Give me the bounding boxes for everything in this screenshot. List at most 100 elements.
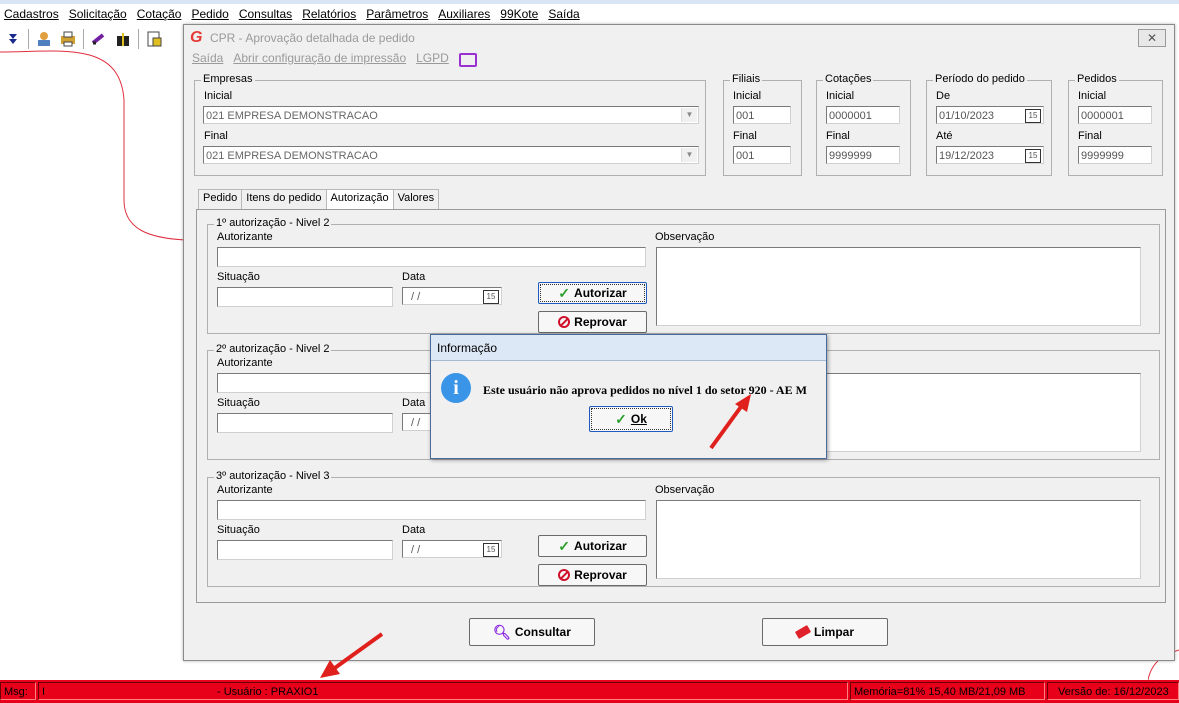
auth-1-data-value: / / [411,291,421,303]
status-usuario: - Usuário : PRAXIO1 [217,686,319,698]
auth-1-situacao-label: Situação [217,271,260,283]
periodo-de-label: De [936,90,951,102]
menu-auxiliares[interactable]: Auxiliares [434,7,496,21]
auth-1-reprovar-button[interactable]: Reprovar [538,311,647,333]
info-dialog: Informação i Este usuário não aprova ped… [430,334,827,459]
limpar-button[interactable]: Limpar [762,618,888,646]
filiais-group: Filiais Inicial 001 Final 001 [723,73,802,176]
auth-3-autorizante-input[interactable] [217,500,646,520]
tab-autorizacao[interactable]: Autorização [325,189,394,209]
auth-1-reprovar-label: Reprovar [574,315,627,329]
prohibited-icon [558,316,571,328]
tab-valores[interactable]: Valores [392,189,440,209]
annotation-arrow-icon [709,394,751,450]
chevron-down-icon[interactable]: ▼ [681,108,697,122]
filiais-final-input[interactable]: 001 [733,146,791,164]
window-menu-lgpd[interactable]: LGPD [416,51,449,67]
menu-consultas[interactable]: Consultas [235,7,298,21]
auth-3-autorizar-button[interactable]: ✓ Autorizar [538,535,647,557]
menu-solicitacao[interactable]: Solicitação [65,7,133,21]
menu-pedido[interactable]: Pedido [187,7,234,21]
filiais-inicial-input[interactable]: 001 [733,106,791,124]
pedidos-final-label: Final [1078,130,1102,142]
auth-2-data-value: / / [411,417,421,429]
calendar-icon[interactable]: 15 [1025,109,1041,123]
window-menu-saida[interactable]: Saída [192,51,223,67]
periodo-ate-input[interactable]: 19/12/2023 15 [936,146,1044,164]
menu-relatorios[interactable]: Relatórios [298,7,362,21]
auth-2-autorizante-label: Autorizante [217,357,273,369]
menu-parametros[interactable]: Parâmetros [362,7,434,21]
auth-3-reprovar-label: Reprovar [574,568,627,582]
calendar-icon[interactable]: 15 [483,290,499,304]
empresas-inicial-select[interactable]: 021 EMPRESA DEMONSTRACAO ▼ [203,106,699,124]
auth-3-data-label: Data [402,524,426,536]
auth-3-reprovar-button[interactable]: Reprovar [538,564,647,586]
window-menu-abrir-config[interactable]: Abrir configuração de impressão [233,51,406,67]
auth-2-situacao-input[interactable] [217,413,393,433]
empresas-final-label: Final [204,130,228,142]
detail-tabs: Pedido Itens do pedido Autorização Valor… [198,189,440,209]
cotacoes-final-input[interactable]: 9999999 [826,146,900,164]
dialog-ok-label: Ok [630,412,647,426]
auth-1-autorizante-input[interactable] [217,247,646,267]
auth-1-observacao-textarea[interactable] [656,247,1141,326]
info-icon: i [441,373,471,403]
check-icon: ✓ [615,410,627,427]
auth-1-group: 1º autorização - Nivel 2 Autorizante Sit… [207,217,1160,334]
status-msg-value: I [42,686,46,698]
periodo-group: Período do pedido De 01/10/2023 15 Até 1… [926,73,1052,176]
empresas-inicial-value: 021 EMPRESA DEMONSTRACAO [206,110,378,122]
menu-cadastros[interactable]: Cadastros [0,7,65,21]
filiais-inicial-label: Inicial [733,90,762,102]
prohibited-icon [558,569,571,581]
monitor-icon[interactable] [458,53,477,67]
dialog-title: Informação [431,335,826,361]
pedidos-inicial-input[interactable]: 0000001 [1078,106,1152,124]
auth-1-data-label: Data [402,271,426,283]
cotacoes-inicial-input[interactable]: 0000001 [826,106,900,124]
auth-1-autorizar-button[interactable]: ✓ Autorizar [538,282,647,304]
empresas-group: Empresas Inicial 021 EMPRESA DEMONSTRACA… [194,73,706,176]
menu-cotacao[interactable]: Cotação [133,7,188,21]
dialog-ok-button[interactable]: ✓ Ok [589,406,673,432]
menu-99kote[interactable]: 99Kote [496,7,544,21]
auth-1-data-input[interactable]: / / 15 [402,287,502,305]
auth-1-autorizante-label: Autorizante [217,231,273,243]
auth-1-situacao-input[interactable] [217,287,393,307]
auth-3-situacao-input[interactable] [217,540,393,560]
window-titlebar: G CPR - Aprovação detalhada de pedido [184,25,1174,51]
calendar-icon[interactable]: 15 [1025,149,1041,163]
auth-2-legend: 2º autorização - Nivel 2 [214,343,332,355]
auth-3-group: 3º autorização - Nivel 3 Autorizante Sit… [207,470,1160,587]
empresas-final-select[interactable]: 021 EMPRESA DEMONSTRACAO ▼ [203,146,699,164]
pedidos-inicial-label: Inicial [1078,90,1107,102]
tab-itens-do-pedido[interactable]: Itens do pedido [241,189,327,209]
auth-2-situacao-label: Situação [217,397,260,409]
auth-1-legend: 1º autorização - Nivel 2 [214,217,332,229]
check-icon: ✓ [558,537,571,554]
pedidos-legend: Pedidos [1075,73,1119,85]
calendar-icon[interactable]: 15 [483,543,499,557]
auth-3-data-input[interactable]: / / 15 [402,540,502,558]
auth-3-observacao-textarea[interactable] [656,500,1141,579]
auth-1-observacao-label: Observação [655,231,715,243]
empresas-legend: Empresas [201,73,255,85]
cotacoes-group: Cotações Inicial 0000001 Final 9999999 [816,73,911,176]
periodo-de-input[interactable]: 01/10/2023 15 [936,106,1044,124]
menu-saida[interactable]: Saída [544,7,585,21]
cotacoes-inicial-label: Inicial [826,90,855,102]
window-title: CPR - Aprovação detalhada de pedido [210,31,415,45]
limpar-label: Limpar [813,625,854,639]
auth-3-legend: 3º autorização - Nivel 3 [214,470,332,482]
pedidos-final-input[interactable]: 9999999 [1078,146,1152,164]
consultar-button[interactable]: 🔍︎ Consultar [469,618,595,646]
window-close-button[interactable]: ✕ [1138,29,1166,47]
eraser-icon [794,625,812,639]
chevron-down-icon[interactable]: ▼ [681,148,697,162]
auth-3-observacao-label: Observação [655,484,715,496]
tab-pedido[interactable]: Pedido [198,189,243,209]
app-logo-icon: G [190,29,203,46]
auth-1-autorizar-label: Autorizar [574,286,627,300]
periodo-de-value: 01/10/2023 [939,110,995,122]
